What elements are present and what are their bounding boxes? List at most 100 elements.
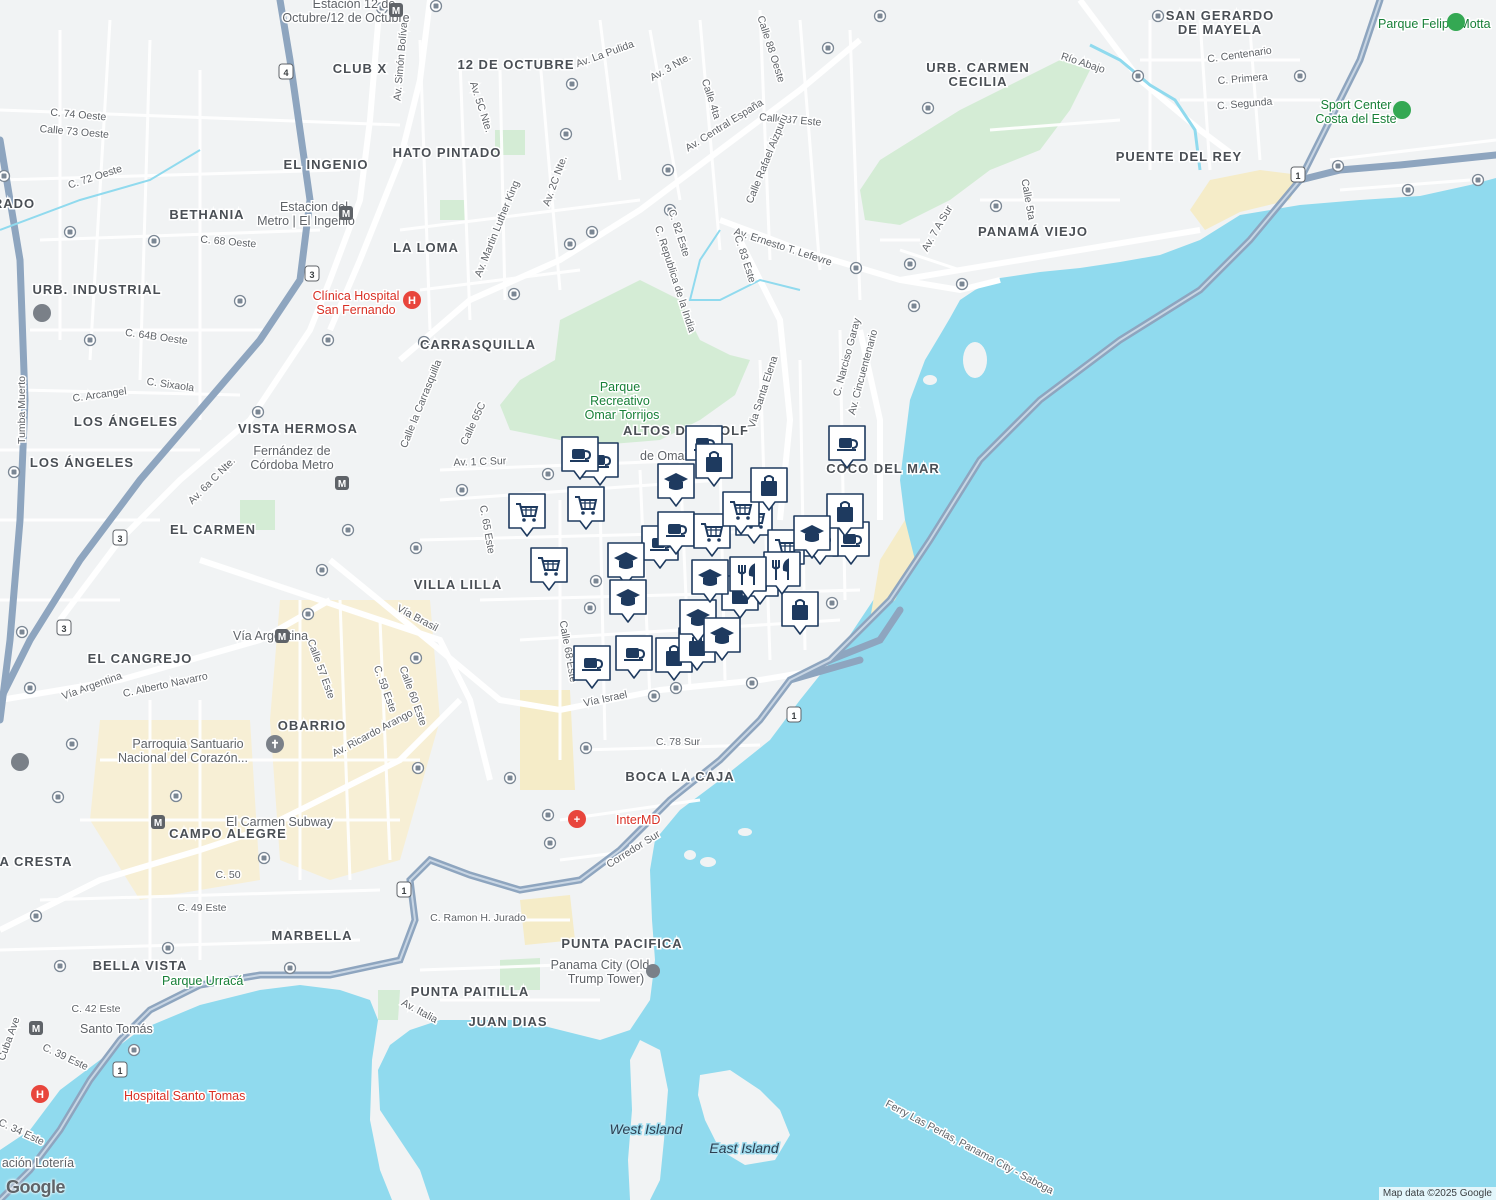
poi-label[interactable]: Hospital Santo Tomas [123, 1088, 247, 1105]
route-number: 3 [61, 624, 66, 634]
bus-glyph [1335, 163, 1341, 169]
bus-glyph [593, 578, 599, 584]
neighborhood-label: RADO [0, 196, 35, 211]
church-icon-glyph: ✝ [270, 739, 279, 751]
poi-label[interactable]: Sport Center [1319, 97, 1393, 114]
route-number: 1 [1295, 171, 1300, 181]
bus-glyph [11, 469, 17, 475]
bus-glyph [319, 567, 325, 573]
poi-label[interactable]: El Carmen Subway [225, 814, 336, 831]
poi-label[interactable]: Panama City (Old [549, 957, 651, 974]
poi-label[interactable]: Trump Tower) [566, 971, 645, 988]
poi-label[interactable]: de Omar [639, 448, 691, 465]
bus-glyph [589, 229, 595, 235]
landmark-icon[interactable] [33, 304, 51, 322]
bus-glyph [345, 527, 351, 533]
bus-glyph [545, 812, 551, 818]
island-label: East Island [709, 1140, 779, 1156]
bus-glyph [237, 298, 243, 304]
poi-label[interactable]: Costa del Este [1314, 111, 1398, 128]
route-number: 1 [791, 711, 796, 721]
route-number: 1 [117, 1066, 122, 1076]
poi-label[interactable]: Estacion del [278, 199, 349, 216]
bus-glyph [547, 840, 553, 846]
bus-glyph [19, 629, 25, 635]
poi-label[interactable]: Córdoba Metro [249, 457, 335, 474]
bus-glyph [1405, 187, 1411, 193]
neighborhood-label: VILLA LILLA [414, 577, 503, 592]
neighborhood-label: URB. CARMEN [926, 60, 1029, 75]
route-number: 3 [117, 534, 122, 544]
landmark-icon[interactable] [646, 964, 660, 978]
bus-glyph [749, 680, 755, 686]
bus-glyph [57, 963, 63, 969]
neighborhood-label: JUAN DIAS [468, 1014, 547, 1029]
bus-glyph [583, 745, 589, 751]
neighborhood-label: VISTA HERMOSA [238, 421, 358, 436]
bus-glyph [829, 600, 835, 606]
neighborhood-label: BOCA LA CAJA [625, 769, 734, 784]
bus-glyph [569, 81, 575, 87]
poi-label[interactable]: Omar Torrijos [583, 407, 661, 424]
bus-glyph [255, 409, 261, 415]
neighborhood-label: PUNTA PAITILLA [411, 984, 529, 999]
hospital-icon-glyph: H [36, 1089, 44, 1101]
neighborhood-label: CECILIA [949, 74, 1008, 89]
neighborhood-label: PANAMÁ VIEJO [978, 224, 1088, 239]
bus-glyph [673, 685, 679, 691]
poi-label[interactable]: Estación 12 de [311, 0, 397, 13]
map-canvas[interactable]: 4 3 3 3 1 1 1 1 CLUB X HATO PINTADO EL INGENIO BET… [0, 0, 1496, 1200]
poi-label[interactable]: San Fernando [315, 302, 397, 319]
bus-glyph [1135, 73, 1141, 79]
neighborhood-label: LA LOMA [393, 240, 459, 255]
poi-label[interactable]: Recreativo [589, 393, 652, 410]
neighborhood-label: CLUB X [333, 61, 387, 76]
landmark-icon[interactable] [11, 753, 29, 771]
street-label: C. 49 Este [177, 902, 226, 914]
map-attribution[interactable]: Map data ©2025 Google [1378, 1187, 1496, 1200]
street-label: C. 78 Sur [656, 736, 701, 748]
bus-glyph [459, 487, 465, 493]
street-label: Tumba Muerto [16, 376, 28, 444]
bus-glyph [165, 945, 171, 951]
route-number: 4 [283, 68, 288, 78]
street-label: C. 50 [215, 869, 240, 881]
poi-label[interactable]: Clínica Hospital [311, 288, 401, 305]
neighborhood-label: EL CARMEN [170, 522, 256, 537]
sports-icon[interactable] [1393, 101, 1411, 119]
neighborhood-label: 12 DE OCTUBRE [457, 57, 574, 72]
neighborhood-label: OBARRIO [278, 718, 346, 733]
poi-label[interactable]: Vía Argentina [232, 628, 310, 645]
bus-glyph [877, 13, 883, 19]
poi-label[interactable]: InterMD [615, 812, 662, 829]
tree-icon[interactable] [1447, 13, 1465, 31]
bus-glyph [69, 741, 75, 747]
neighborhood-label: LOS ÁNGELES [30, 455, 134, 470]
poi-label[interactable]: Santo Tomás [79, 1021, 155, 1038]
poi-label[interactable]: Fernández de [252, 443, 332, 460]
bus-glyph [433, 3, 439, 9]
neighborhood-label: A CRESTA [0, 854, 73, 869]
neighborhood-label: PUNTA PACIFICA [561, 936, 682, 951]
bus-glyph [305, 611, 311, 617]
poi-label[interactable]: ación Lotería [0, 1155, 75, 1172]
route-number: 1 [401, 886, 406, 896]
bus-glyph [567, 241, 573, 247]
bus-glyph [287, 965, 293, 971]
bus-glyph [87, 337, 93, 343]
poi-label[interactable]: Parque Felipe Motta [1377, 16, 1493, 33]
poi-label[interactable]: Parque [598, 379, 641, 396]
rock [684, 850, 696, 860]
poi-label[interactable]: Parroquia Santuario [131, 736, 245, 753]
poi-label[interactable]: Nacional del Corazón... [117, 750, 250, 767]
bus-glyph [131, 1047, 137, 1053]
park-small [440, 200, 465, 220]
bus-glyph [33, 913, 39, 919]
bus-glyph [853, 265, 859, 271]
street-label: C. 42 Este [71, 1003, 120, 1015]
bus-glyph [511, 291, 517, 297]
poi-label[interactable]: Parque Urracá [161, 973, 245, 990]
bus-glyph [173, 793, 179, 799]
neighborhood-label: EL CANGREJO [88, 651, 193, 666]
street-label: C. Ramon H. Jurado [430, 912, 526, 924]
